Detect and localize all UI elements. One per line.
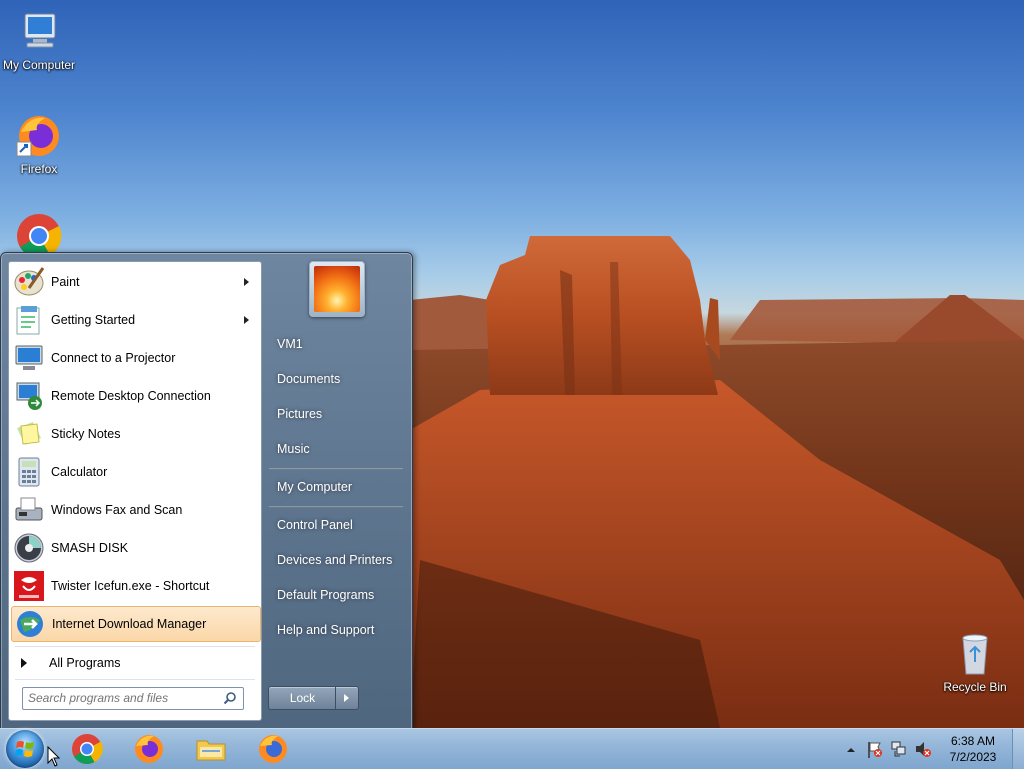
program-label: Calculator xyxy=(51,465,108,479)
idm-icon xyxy=(14,608,46,640)
taskbar-firefox[interactable] xyxy=(132,732,166,766)
clock-date: 7/2/2023 xyxy=(949,750,997,764)
link-devices-printers[interactable]: Devices and Printers xyxy=(269,546,403,574)
taskbar-file-explorer[interactable] xyxy=(194,732,228,766)
search-input[interactable] xyxy=(23,688,218,707)
disk-icon xyxy=(13,532,45,564)
program-twister-icefun[interactable]: Twister Icefun.exe - Shortcut xyxy=(11,568,259,604)
link-music[interactable]: Music xyxy=(269,435,403,463)
submenu-arrow-icon[interactable] xyxy=(244,278,249,286)
show-desktop-button[interactable] xyxy=(1012,729,1024,769)
lock-button[interactable]: Lock xyxy=(268,686,336,710)
all-programs-label: All Programs xyxy=(49,656,121,670)
my-computer-icon xyxy=(15,8,63,56)
file-explorer-icon xyxy=(196,740,226,761)
remote-desktop-icon xyxy=(13,380,45,412)
desktop-icon-label: Firefox xyxy=(20,162,58,176)
program-connect-projector[interactable]: Connect to a Projector xyxy=(11,340,259,376)
chrome-icon xyxy=(72,734,103,765)
program-getting-started[interactable]: Getting Started xyxy=(11,302,259,338)
fax-icon xyxy=(13,494,45,526)
submenu-arrow-icon[interactable] xyxy=(244,316,249,324)
clock-time: 6:38 AM xyxy=(950,734,996,748)
program-label: Connect to a Projector xyxy=(51,351,176,365)
all-programs-arrow-icon xyxy=(21,658,27,668)
user-account-picture[interactable] xyxy=(309,261,365,317)
program-remote-desktop[interactable]: Remote Desktop Connection xyxy=(11,378,259,414)
firefox-icon xyxy=(135,735,163,763)
getting-started-icon xyxy=(13,304,45,336)
taskbar: 6:38 AM 7/2/2023 xyxy=(0,728,1024,769)
program-label: Windows Fax and Scan xyxy=(51,503,183,517)
programs-separator xyxy=(15,646,255,647)
program-label: Sticky Notes xyxy=(51,427,121,441)
paint-icon xyxy=(13,266,45,298)
all-programs-button[interactable]: All Programs xyxy=(17,651,257,675)
network-icon[interactable] xyxy=(890,729,908,769)
mouse-cursor-icon xyxy=(47,746,61,767)
link-control-panel[interactable]: Control Panel xyxy=(269,511,403,539)
program-label: Paint xyxy=(51,275,80,289)
windows-logo-icon xyxy=(15,741,34,757)
program-paint[interactable]: Paint xyxy=(11,264,259,300)
taskbar-firefox-2[interactable] xyxy=(256,732,290,766)
desktop-icon-firefox[interactable]: Firefox xyxy=(0,112,78,176)
right-separator xyxy=(269,468,403,470)
start-menu: Paint Getting Started Connect to a Proje… xyxy=(0,252,413,730)
program-label: Internet Download Manager xyxy=(52,617,207,631)
link-my-computer[interactable]: My Computer xyxy=(269,473,403,501)
flower-picture xyxy=(314,266,360,312)
right-separator xyxy=(269,506,403,508)
system-clock[interactable]: 6:38 AM 7/2/2023 xyxy=(940,733,1006,765)
projector-icon xyxy=(13,342,45,374)
program-fax-scan[interactable]: Windows Fax and Scan xyxy=(11,492,259,528)
taskbar-chrome[interactable] xyxy=(70,732,104,766)
program-smash-disk[interactable]: SMASH DISK xyxy=(11,530,259,566)
start-button[interactable] xyxy=(6,730,44,768)
desktop-icon-label: Recycle Bin xyxy=(943,680,1007,694)
link-default-programs[interactable]: Default Programs xyxy=(269,581,403,609)
search-separator xyxy=(15,679,255,680)
program-internet-download-manager[interactable]: Internet Download Manager xyxy=(11,606,261,642)
search-icon[interactable] xyxy=(223,691,237,705)
shutdown-options-arrow-icon[interactable] xyxy=(335,686,359,710)
firefox-icon xyxy=(15,112,63,160)
desktop-icon-label: My Computer xyxy=(2,58,76,72)
search-box[interactable] xyxy=(22,687,244,710)
recycle-bin-icon xyxy=(951,630,999,678)
link-help-support[interactable]: Help and Support xyxy=(269,616,403,644)
link-documents[interactable]: Documents xyxy=(269,365,403,393)
calculator-icon xyxy=(13,456,45,488)
program-sticky-notes[interactable]: Sticky Notes xyxy=(11,416,259,452)
desktop-icon-recycle-bin[interactable]: Recycle Bin xyxy=(936,630,1014,694)
program-calculator[interactable]: Calculator xyxy=(11,454,259,490)
show-hidden-icons-icon[interactable] xyxy=(846,729,856,769)
program-label: Remote Desktop Connection xyxy=(51,389,211,403)
program-label: SMASH DISK xyxy=(51,541,129,555)
link-pictures[interactable]: Pictures xyxy=(269,400,403,428)
twister-icon xyxy=(13,570,45,602)
firefox-icon xyxy=(259,735,287,763)
action-center-flag-icon[interactable] xyxy=(866,729,884,769)
volume-muted-icon[interactable] xyxy=(914,729,932,769)
desktop-icon-my-computer[interactable]: My Computer xyxy=(0,8,78,72)
link-user-folder[interactable]: VM1 xyxy=(269,330,403,358)
program-label: Getting Started xyxy=(51,313,136,327)
start-menu-programs-pane: Paint Getting Started Connect to a Proje… xyxy=(8,261,262,721)
sticky-notes-icon xyxy=(13,418,45,450)
program-label: Twister Icefun.exe - Shortcut xyxy=(51,579,210,593)
